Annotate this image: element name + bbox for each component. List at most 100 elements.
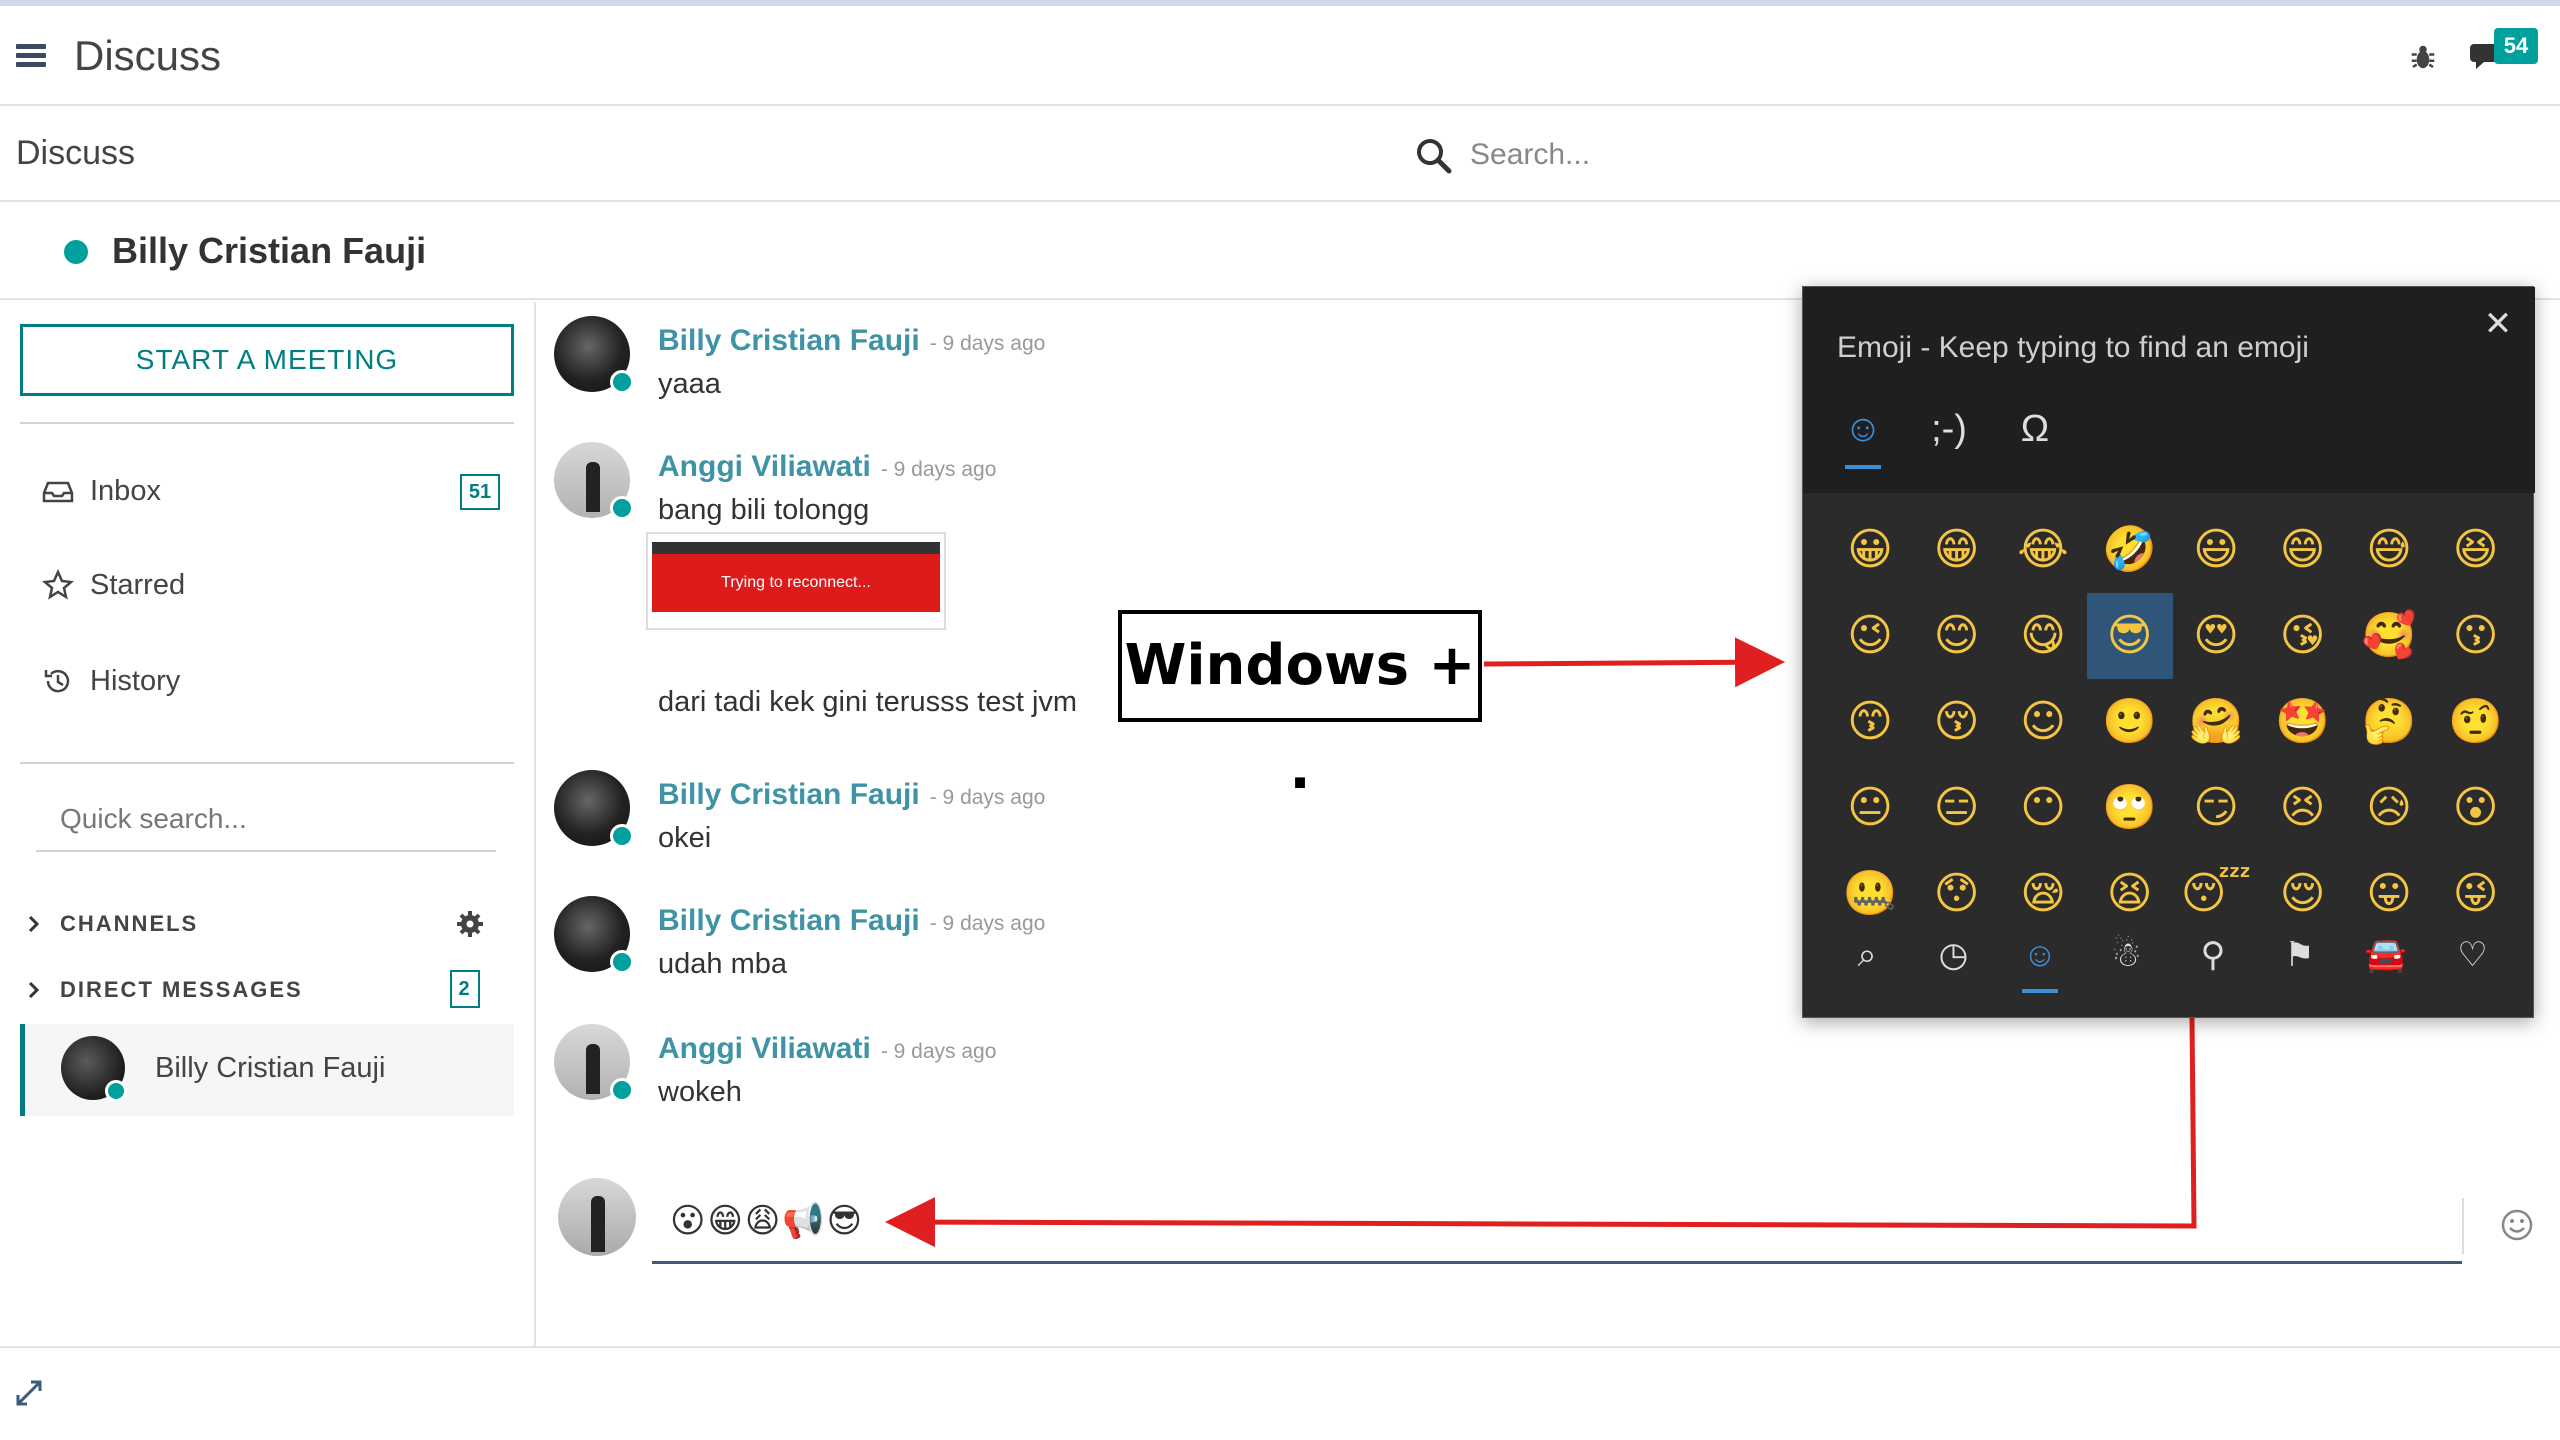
direct-messages-label: DIRECT MESSAGES bbox=[60, 977, 303, 1002]
bottom-bar bbox=[0, 1346, 2560, 1440]
category-places-icon[interactable]: ⚲ bbox=[2183, 925, 2243, 985]
inbox-icon bbox=[42, 481, 74, 503]
online-status-dot bbox=[105, 1080, 127, 1102]
avatar[interactable] bbox=[554, 770, 634, 848]
emoji-cell[interactable]: 🤔 bbox=[2346, 679, 2432, 765]
direct-messages-section-header[interactable]: DIRECT MESSAGES 2 bbox=[24, 970, 494, 1010]
message-author-link[interactable]: Anggi Viliawati - 9 days ago bbox=[658, 450, 996, 484]
emoji-cell[interactable]: 😶 bbox=[2000, 765, 2086, 851]
sidebar-item-label: History bbox=[90, 664, 181, 697]
start-meeting-button[interactable]: START A MEETING bbox=[20, 324, 514, 396]
category-people-icon[interactable]: ☃ bbox=[2097, 925, 2157, 985]
avatar[interactable] bbox=[554, 896, 634, 974]
sidebar-item-label: Inbox bbox=[90, 474, 161, 507]
emoji-cell[interactable]: ☺ bbox=[2000, 679, 2086, 765]
avatar[interactable] bbox=[554, 1024, 634, 1102]
emoji-cell[interactable]: 😅 bbox=[2346, 507, 2432, 593]
emoji-panel-header bbox=[1803, 287, 2535, 493]
image-attachment[interactable]: Trying to reconnect... bbox=[646, 532, 946, 630]
emoji-cell[interactable]: 😙 bbox=[1827, 679, 1913, 765]
tab-emoji[interactable]: ☺ bbox=[1833, 399, 1893, 469]
attachment-header-bar bbox=[652, 542, 940, 554]
message-date: - 9 days ago bbox=[929, 912, 1046, 935]
emoji-cell[interactable]: 😎 bbox=[2086, 593, 2173, 679]
emoji-cell[interactable]: 🤗 bbox=[2173, 679, 2259, 765]
star-icon bbox=[42, 569, 74, 600]
category-search-icon[interactable]: ⌕ bbox=[1837, 925, 1897, 985]
sidebar-item-history[interactable]: History bbox=[42, 656, 482, 706]
category-recent-icon[interactable]: ◷ bbox=[1924, 925, 1984, 985]
emoji-cell[interactable]: 😀 bbox=[1827, 507, 1913, 593]
emoji-cell[interactable]: 😋 bbox=[2000, 593, 2086, 679]
message-date: - 9 days ago bbox=[880, 1040, 997, 1063]
emoji-cell[interactable]: 😣 bbox=[2260, 765, 2346, 851]
emoji-cell[interactable]: 😑 bbox=[1914, 765, 2000, 851]
chat-count-badge: 54 bbox=[2494, 28, 2538, 64]
avatar bbox=[558, 1178, 636, 1256]
emoji-cell[interactable]: 🙄 bbox=[2087, 765, 2173, 851]
sidebar: START A MEETING Inbox 51 Starred History… bbox=[0, 302, 536, 1346]
keyboard-shortcut-annotation: Windows + . bbox=[1118, 610, 1482, 802]
emoji-cell[interactable]: 😄 bbox=[2260, 507, 2346, 593]
quick-search-input[interactable] bbox=[36, 788, 496, 852]
emoji-cell[interactable]: 😉 bbox=[1827, 593, 1913, 679]
message-date: - 9 days ago bbox=[880, 458, 997, 481]
emoji-cell[interactable]: 😁 bbox=[1914, 507, 2000, 593]
channels-label: CHANNELS bbox=[60, 911, 199, 936]
category-heart-icon[interactable]: ♡ bbox=[2443, 925, 2503, 985]
avatar[interactable] bbox=[554, 316, 634, 394]
emoji-cell[interactable]: 😘 bbox=[2260, 593, 2346, 679]
emoji-cell[interactable]: 😏 bbox=[2173, 765, 2259, 851]
close-icon[interactable]: ✕ bbox=[2483, 307, 2513, 341]
emoji-cell[interactable]: 😍 bbox=[2173, 593, 2259, 679]
direct-message-name: Billy Cristian Fauji bbox=[155, 1052, 386, 1084]
emoji-cell[interactable]: 🤨 bbox=[2433, 679, 2519, 765]
navbar: Discuss 54 bbox=[0, 6, 2560, 106]
emoji-cell[interactable]: 😗 bbox=[2433, 593, 2519, 679]
history-icon bbox=[44, 669, 70, 693]
category-transport-icon[interactable]: 🚘 bbox=[2356, 925, 2416, 985]
message-composer-input[interactable]: 😮😁😩📢😎 bbox=[652, 1186, 2462, 1264]
emoji-panel-title: Emoji - Keep typing to find an emoji bbox=[1837, 331, 2309, 364]
emoji-cell[interactable]: 😮 bbox=[2433, 765, 2519, 851]
message-body: udah mba bbox=[658, 948, 787, 980]
emoji-cell[interactable]: 🤩 bbox=[2260, 679, 2346, 765]
emoji-cell[interactable]: 😚 bbox=[1914, 679, 2000, 765]
sidebar-item-direct-message[interactable]: Billy Cristian Fauji bbox=[20, 1024, 514, 1116]
sidebar-item-starred[interactable]: Starred bbox=[42, 560, 482, 610]
emoji-cell[interactable]: 🙂 bbox=[2087, 679, 2173, 765]
message-author-link[interactable]: Billy Cristian Fauji - 9 days ago bbox=[658, 904, 1045, 938]
emoji-cell[interactable]: 😊 bbox=[1914, 593, 2000, 679]
channels-section-header[interactable]: CHANNELS bbox=[24, 904, 494, 944]
emoji-cell[interactable]: 😥 bbox=[2346, 765, 2432, 851]
emoji-panel: Emoji - Keep typing to find an emoji ✕ ☺… bbox=[1802, 286, 2535, 1018]
emoji-cell[interactable]: 😆 bbox=[2433, 507, 2519, 593]
emoji-cell[interactable]: 😂 bbox=[2000, 507, 2086, 593]
emoji-cell[interactable]: 🥰 bbox=[2346, 593, 2432, 679]
direct-messages-count-badge: 2 bbox=[450, 970, 480, 1008]
message-author-link[interactable]: Billy Cristian Fauji - 9 days ago bbox=[658, 324, 1045, 358]
message-author-link[interactable]: Anggi Viliawati - 9 days ago bbox=[658, 1032, 996, 1066]
tab-symbols[interactable]: Ω bbox=[2005, 399, 2065, 469]
tab-kaomoji[interactable]: ;-) bbox=[1919, 399, 1979, 469]
control-panel: Discuss bbox=[0, 108, 2560, 202]
category-symbols-icon[interactable]: ⚑ bbox=[2270, 925, 2330, 985]
expand-icon[interactable] bbox=[14, 1378, 44, 1408]
category-smileys-icon[interactable]: ☺ bbox=[2010, 925, 2070, 993]
online-status-dot bbox=[610, 950, 634, 974]
hamburger-menu-icon[interactable] bbox=[16, 44, 46, 68]
message-author-link[interactable]: Billy Cristian Fauji - 9 days ago bbox=[658, 778, 1045, 812]
emoji-cell[interactable]: 😐 bbox=[1827, 765, 1913, 851]
message-body: bang bili tolongg bbox=[658, 494, 870, 526]
emoji-cell[interactable]: 🤣 bbox=[2087, 507, 2173, 593]
sidebar-divider bbox=[20, 422, 514, 424]
online-status-dot bbox=[610, 370, 634, 394]
emoji-cell[interactable]: 😃 bbox=[2173, 507, 2259, 593]
bug-icon[interactable] bbox=[2408, 42, 2438, 72]
avatar[interactable] bbox=[554, 442, 634, 520]
emoji-picker-icon[interactable] bbox=[2500, 1208, 2534, 1242]
gear-icon[interactable] bbox=[454, 908, 486, 940]
online-status-dot bbox=[610, 496, 634, 520]
sidebar-item-inbox[interactable]: Inbox 51 bbox=[42, 466, 500, 516]
search-input[interactable] bbox=[1470, 132, 1990, 178]
